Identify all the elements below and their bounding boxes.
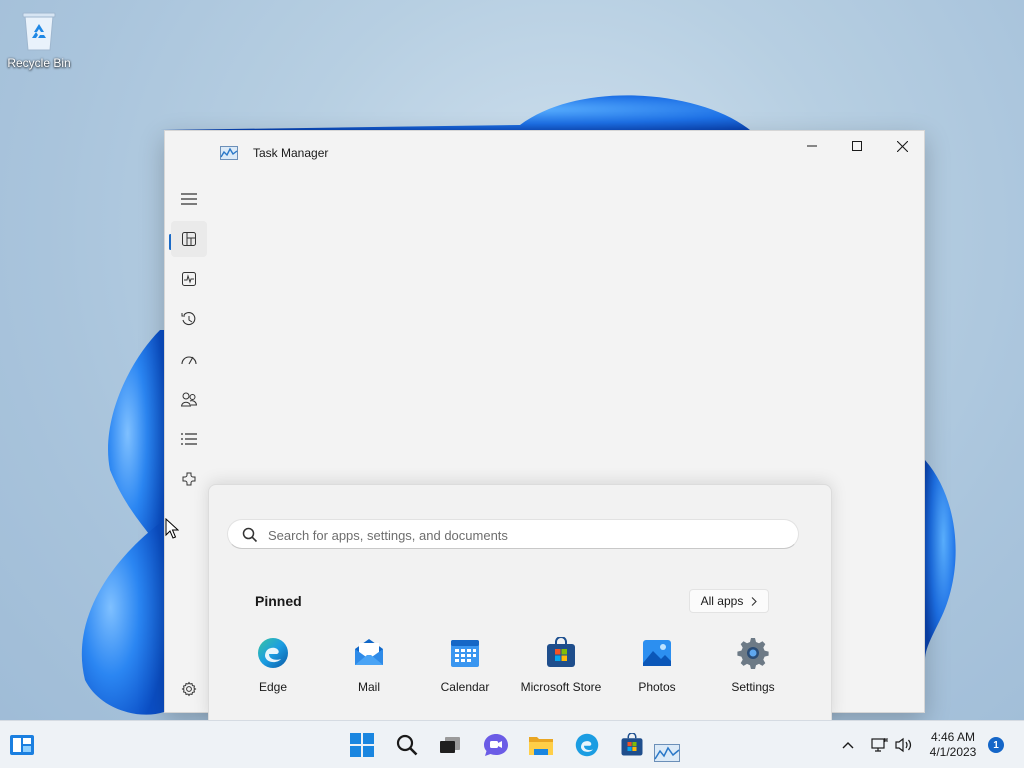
details-icon <box>181 433 197 445</box>
start-search-input[interactable] <box>268 525 778 545</box>
microsoft-store-icon <box>621 733 643 756</box>
pinned-app-microsoft-store[interactable]: Microsoft Store <box>513 633 609 695</box>
volume-button[interactable] <box>888 729 920 761</box>
widgets-icon <box>10 735 34 755</box>
pinned-app-photos[interactable]: Photos <box>609 633 705 695</box>
taskbar-chat-button[interactable] <box>480 729 512 761</box>
nav-details[interactable] <box>171 421 207 457</box>
desktop-icon-label: Recycle Bin <box>7 56 71 70</box>
clock-time: 4:46 AM <box>930 730 976 744</box>
taskbar-search-button[interactable] <box>391 729 423 761</box>
window-title: Task Manager <box>253 146 329 160</box>
maximize-icon <box>852 141 862 151</box>
maximize-button[interactable] <box>834 131 880 161</box>
pinned-app-label: Photos <box>638 680 676 694</box>
microsoft-store-icon <box>547 636 575 667</box>
edge-icon <box>575 733 599 757</box>
users-icon <box>181 392 197 407</box>
search-icon <box>396 734 418 756</box>
start-icon <box>350 733 374 757</box>
chevron-right-icon <box>751 596 758 606</box>
taskbar-widgets-button[interactable] <box>6 729 38 761</box>
minimize-button[interactable] <box>789 131 835 161</box>
volume-icon <box>895 737 912 753</box>
taskbar: 4:46 AM 4/1/2023 1 <box>0 720 1024 768</box>
app-history-icon <box>181 312 196 326</box>
calendar-icon <box>451 640 479 667</box>
file-explorer-icon <box>529 737 553 755</box>
minimize-icon <box>807 145 817 147</box>
mail-icon <box>355 639 383 665</box>
pinned-app-label: Mail <box>357 680 380 694</box>
clock[interactable]: 4:46 AM 4/1/2023 <box>918 730 988 760</box>
chat-icon <box>484 734 508 756</box>
nav-services[interactable] <box>171 461 207 497</box>
pinned-app-label: Calendar <box>440 680 490 694</box>
desktop-icon-recycle-bin[interactable]: Recycle Bin <box>4 8 74 78</box>
close-icon <box>896 140 908 152</box>
processes-icon <box>182 232 196 246</box>
taskbar-start-button[interactable] <box>346 729 378 761</box>
taskbar-task-view-button[interactable] <box>434 729 466 761</box>
chevron-up-icon <box>842 742 854 749</box>
task-manager-app-icon <box>220 146 238 160</box>
pinned-heading: Pinned <box>255 593 302 609</box>
nav-performance[interactable] <box>171 261 207 297</box>
network-icon <box>871 738 888 752</box>
hamburger-menu-icon <box>181 193 197 205</box>
start-search-box[interactable] <box>227 519 799 549</box>
settings-icon <box>737 638 769 670</box>
services-icon <box>182 472 196 486</box>
photos-icon <box>643 640 671 666</box>
settings-gear-icon <box>181 681 197 697</box>
taskbar-microsoft-store-button[interactable] <box>616 729 648 761</box>
close-button[interactable] <box>879 131 925 161</box>
show-hidden-icons-button[interactable] <box>832 729 864 761</box>
nav-settings[interactable] <box>171 671 207 707</box>
pinned-app-edge[interactable]: Edge <box>225 633 321 695</box>
pinned-app-label: Microsoft Store <box>520 680 602 694</box>
pinned-app-settings[interactable]: Settings <box>705 633 801 695</box>
title-bar[interactable]: Task Manager <box>165 131 924 175</box>
task-view-icon <box>440 737 460 753</box>
nav-startup-apps[interactable] <box>171 341 207 377</box>
startup-apps-icon <box>181 356 197 365</box>
nav-app-history[interactable] <box>171 301 207 337</box>
edge-icon <box>258 638 288 668</box>
notification-badge[interactable]: 1 <box>988 737 1004 753</box>
all-apps-button[interactable]: All apps <box>689 589 769 613</box>
nav-users[interactable] <box>171 381 207 417</box>
taskbar-task-manager-button[interactable] <box>651 737 683 768</box>
performance-icon <box>182 272 196 286</box>
task-manager-icon <box>654 744 680 762</box>
taskbar-file-explorer-button[interactable] <box>525 729 557 761</box>
taskbar-edge-button[interactable] <box>571 729 603 761</box>
pinned-app-mail[interactable]: Mail <box>321 633 417 695</box>
mouse-cursor-icon <box>165 518 179 539</box>
pinned-app-calendar[interactable]: Calendar <box>417 633 513 695</box>
nav-processes[interactable] <box>171 221 207 257</box>
pinned-app-label: Settings <box>731 680 775 694</box>
recycle-bin-icon <box>22 12 56 51</box>
search-icon <box>242 527 258 543</box>
start-menu: Pinned All apps Edge Mail <box>208 484 832 720</box>
clock-date: 4/1/2023 <box>929 745 977 759</box>
nav-menu-button[interactable] <box>171 181 207 217</box>
pinned-app-label: Edge <box>258 680 288 694</box>
all-apps-label: All apps <box>700 594 744 608</box>
